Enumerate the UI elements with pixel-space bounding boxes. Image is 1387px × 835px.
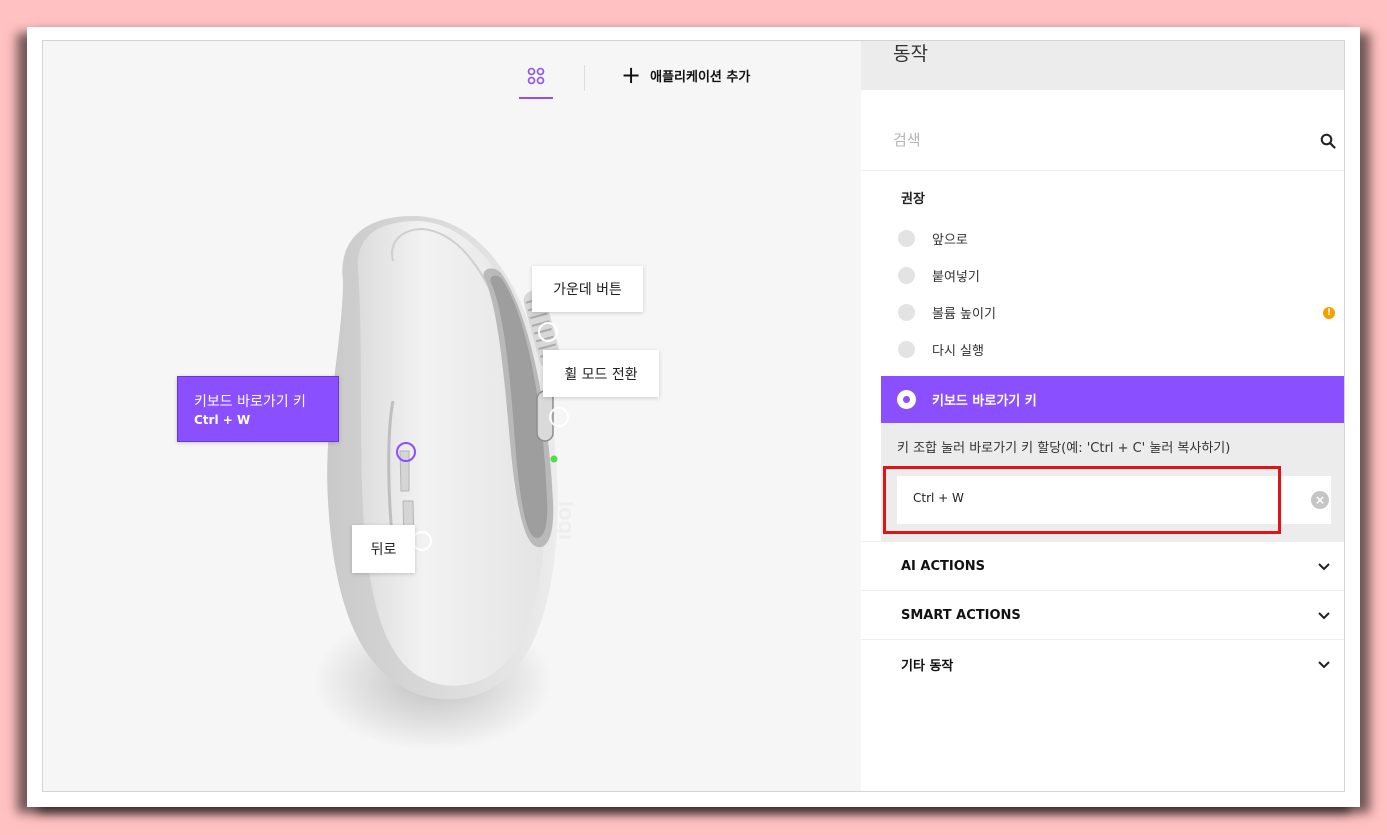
radio-selected-icon[interactable] (897, 390, 916, 409)
callout-active-title: 키보드 바로가기 키 (194, 394, 306, 410)
shortcut-description: 키 조합 눌러 바로가기 키 할당(예: 'Ctrl + C' 눌러 복사하기) (897, 441, 1231, 456)
chevron-down-icon (1318, 563, 1330, 571)
chevron-down-icon (1318, 612, 1330, 620)
shortcut-editor: 키 조합 눌러 바로가기 키 할당(예: 'Ctrl + C' 눌러 복사하기)… (881, 423, 1344, 541)
warning-icon: ! (1323, 307, 1335, 319)
add-application-button[interactable]: + 애플리케이션 추가 (621, 63, 750, 87)
clear-icon[interactable]: × (1311, 491, 1329, 509)
tab-divider (584, 65, 585, 91)
action-option-paste[interactable]: 붙여넣기 (898, 263, 980, 287)
action-option-volume-up[interactable]: 볼륨 높이기 (898, 300, 996, 324)
search-icon[interactable] (1320, 133, 1336, 149)
logi-logo: logi (554, 501, 573, 540)
callout-active-value: Ctrl + W (194, 413, 251, 427)
action-option-forward[interactable]: 앞으로 (898, 226, 968, 250)
chevron-down-icon (1318, 661, 1330, 669)
grid-icon (527, 67, 545, 85)
app-window: + 애플리케이션 추가 logi 가운데 버튼 휠 모드 전환 뒤로 키보드 바… (42, 40, 1345, 792)
radio-icon[interactable] (898, 266, 915, 284)
callout-wheel-mode[interactable]: 휠 모드 전환 (543, 350, 659, 397)
mouse-image: logi (313, 216, 579, 751)
device-pane: + 애플리케이션 추가 logi 가운데 버튼 휠 모드 전환 뒤로 키보드 바… (43, 41, 861, 791)
callout-middle-button[interactable]: 가운데 버튼 (532, 266, 643, 312)
radio-icon[interactable] (898, 229, 915, 247)
accordion-smart-actions[interactable]: SMART ACTIONS (861, 590, 1344, 639)
search-input[interactable] (893, 125, 1293, 155)
recommended-title: 권장 (901, 192, 925, 207)
callout-keyboard-shortcut[interactable]: 키보드 바로가기 키 Ctrl + W (177, 376, 339, 442)
action-option-label: 볼륨 높이기 (932, 306, 996, 322)
shortcut-input[interactable]: Ctrl + W × (897, 476, 1331, 524)
callout-back[interactable]: 뒤로 (352, 525, 415, 573)
plus-icon: + (621, 61, 642, 89)
accordion-label: 기타 동작 (901, 658, 954, 674)
actions-panel: 동작 권장 앞으로 붙여넣기 볼륨 높이기 (861, 41, 1344, 791)
search-row (861, 125, 1344, 171)
panel-title: 동작 (893, 43, 928, 65)
all-apps-tab[interactable] (519, 63, 553, 99)
action-option-keyboard-shortcut[interactable]: 키보드 바로가기 키 (881, 376, 1344, 423)
mouse-illustration: logi (283, 201, 579, 761)
callout-middle-button-label: 가운데 버튼 (553, 282, 622, 298)
action-option-label: 다시 실행 (932, 343, 984, 359)
accordion-other-actions[interactable]: 기타 동작 (861, 639, 1344, 688)
radio-icon[interactable] (898, 303, 915, 321)
callout-wheel-mode-label: 휠 모드 전환 (564, 366, 638, 383)
accordion-ai-actions[interactable]: AI ACTIONS (861, 541, 1344, 590)
radio-icon[interactable] (898, 340, 915, 358)
action-option-label: 붙여넣기 (932, 269, 980, 285)
action-option-label: 앞으로 (932, 232, 968, 248)
callout-back-label: 뒤로 (370, 542, 397, 558)
accordion-label: SMART ACTIONS (901, 607, 1021, 623)
selected-option-label: 키보드 바로가기 키 (932, 394, 1037, 409)
accordion-label: AI ACTIONS (901, 558, 986, 574)
panel-header: 동작 (861, 41, 1344, 90)
action-option-redo[interactable]: 다시 실행 (898, 337, 984, 361)
shortcut-value: Ctrl + W (913, 491, 964, 505)
add-application-label: 애플리케이션 추가 (650, 69, 751, 85)
window-frame: + 애플리케이션 추가 logi 가운데 버튼 휠 모드 전환 뒤로 키보드 바… (27, 27, 1360, 807)
